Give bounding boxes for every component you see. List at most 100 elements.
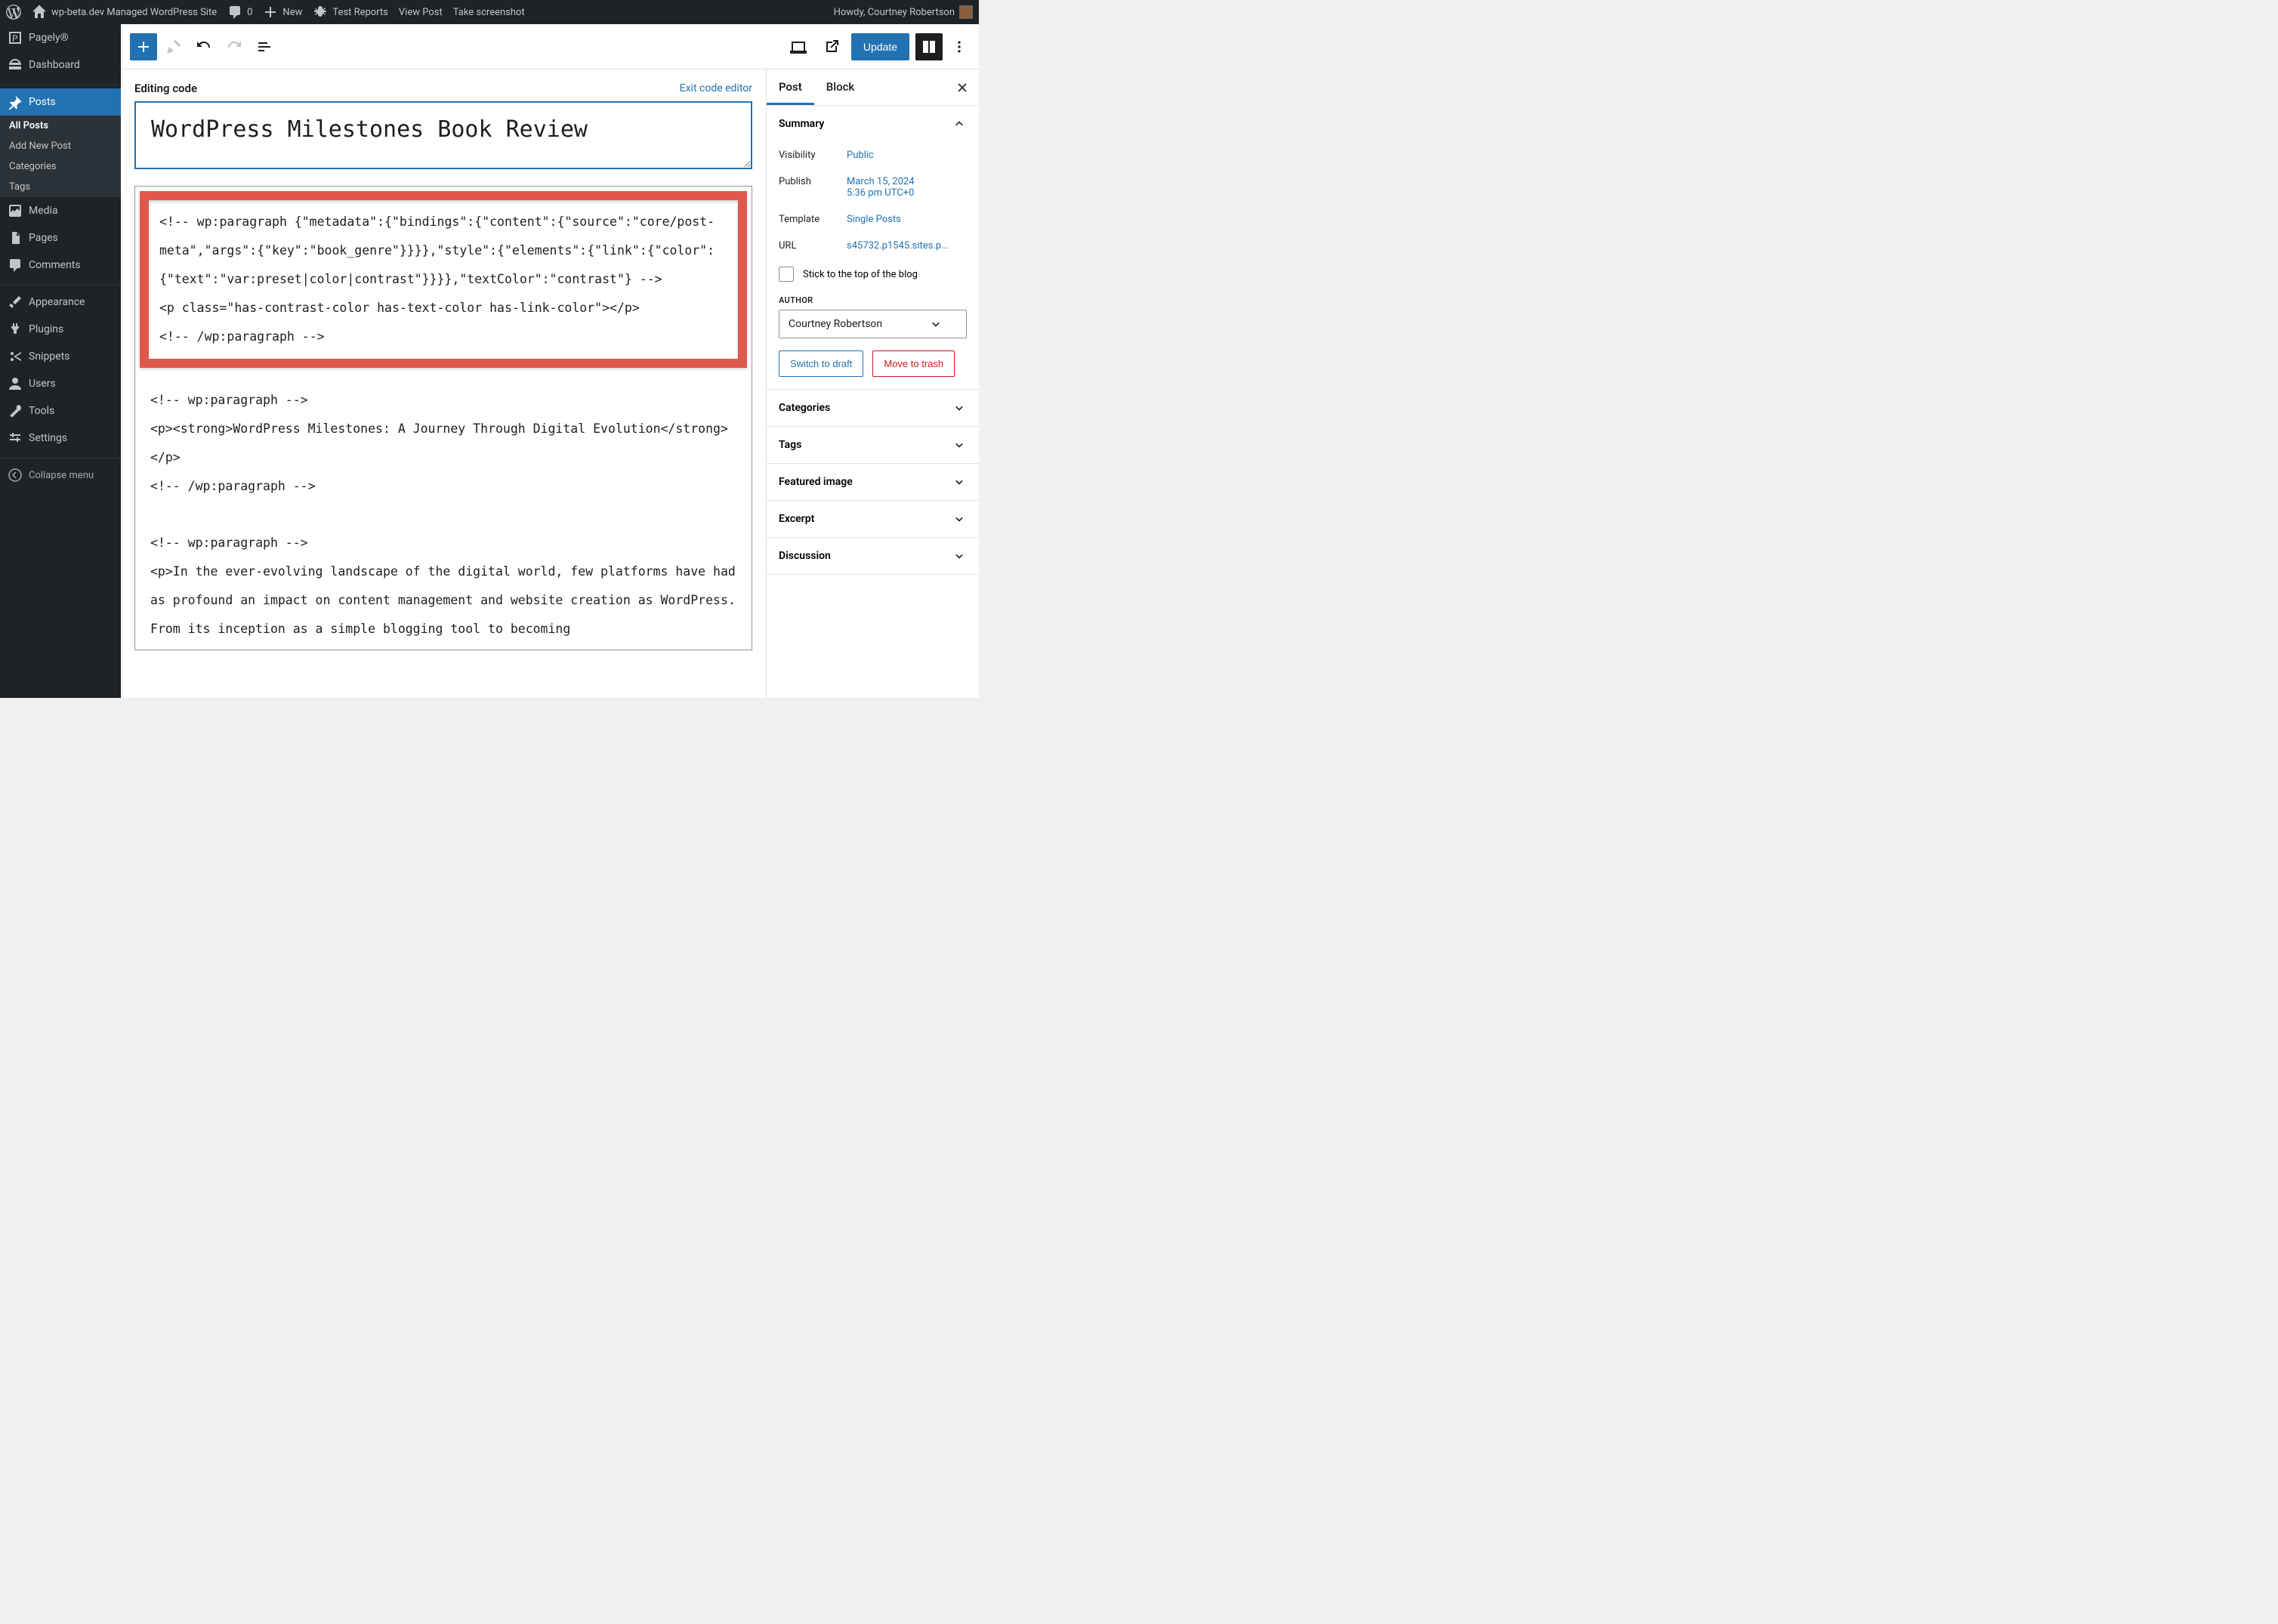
sidebar-item-tools[interactable]: Tools [0,397,121,425]
sidebar-item-media[interactable]: Media [0,197,121,224]
sidebar-item-users[interactable]: Users [0,370,121,397]
sidebar-item-pages[interactable]: Pages [0,224,121,252]
chevron-up-icon [952,116,967,131]
publish-value[interactable]: March 15, 2024 5:36 pm UTC+0 [847,176,967,199]
sidebar-item-label: Users [29,378,56,390]
block-inserter-button[interactable] [130,33,157,60]
submenu-tags[interactable]: Tags [0,177,121,197]
menu-separator [0,455,121,458]
publish-label: Publish [779,176,847,199]
sidebar-item-pagely[interactable]: P Pagely® [0,24,121,51]
url-value[interactable]: s45732.p1545.sites.p... [847,240,967,252]
avatar [959,5,973,19]
code-rest-block: <!-- wp:paragraph --> <p><strong>WordPre… [150,386,736,644]
test-reports-label: Test Reports [332,7,388,18]
bug-icon [313,5,328,20]
stick-label: Stick to the top of the blog [803,269,918,280]
summary-panel-header[interactable]: Summary [767,106,979,142]
tags-panel-header[interactable]: Tags [767,427,979,463]
submenu-all-posts[interactable]: All Posts [0,116,121,136]
preview-button[interactable] [818,33,845,60]
excerpt-title: Excerpt [779,513,814,525]
post-content-code-editor[interactable]: <!-- wp:paragraph {"metadata":{"bindings… [134,186,752,650]
my-account-link[interactable]: Howdy, Courtney Robertson [834,5,973,19]
view-post-link[interactable]: View Post [399,7,443,18]
media-icon [8,203,23,218]
sidebar-item-posts[interactable]: Posts [0,88,121,116]
collapse-menu[interactable]: Collapse menu [0,462,121,489]
submenu-categories[interactable]: Categories [0,156,121,177]
site-name-text: wp-beta.dev Managed WordPress Site [51,7,217,18]
pin-icon [8,94,23,110]
move-to-trash-button[interactable]: Move to trash [872,350,955,377]
comments-link[interactable]: 0 [227,5,252,20]
plug-icon [8,322,23,337]
wrench-icon [8,403,23,418]
tab-block[interactable]: Block [814,69,866,105]
document-overview-button[interactable] [251,33,278,60]
tags-title: Tags [779,439,801,451]
sidebar-item-label: Pages [29,232,58,244]
editing-code-label: Editing code [134,82,197,95]
summary-title: Summary [779,118,824,130]
plus-icon [263,5,278,20]
sidebar-item-label: Appearance [29,296,85,308]
home-icon [32,5,47,20]
author-value: Courtney Robertson [789,318,882,330]
wordpress-icon [6,5,21,20]
sidebar-item-comments[interactable]: Comments [0,252,121,279]
switch-to-draft-button[interactable]: Switch to draft [779,350,863,377]
site-name-link[interactable]: wp-beta.dev Managed WordPress Site [32,5,217,20]
author-select[interactable]: Courtney Robertson [779,310,967,338]
undo-button[interactable] [190,33,218,60]
categories-title: Categories [779,402,830,414]
featured-image-panel-header[interactable]: Featured image [767,464,979,500]
take-screenshot-link[interactable]: Take screenshot [453,7,525,18]
template-value[interactable]: Single Posts [847,214,967,225]
sidebar-item-label: Comments [29,259,81,271]
sidebar-item-snippets[interactable]: Snippets [0,343,121,370]
test-reports-link[interactable]: Test Reports [313,5,388,20]
wp-logo[interactable] [6,5,21,20]
sidebar-item-label: Media [29,205,58,217]
discussion-panel-header[interactable]: Discussion [767,538,979,574]
comment-icon [227,5,242,20]
pagely-icon: P [8,30,23,45]
comments-icon [8,258,23,273]
dashboard-icon [8,57,23,73]
author-label: AUTHOR [779,289,967,310]
view-button[interactable] [785,33,812,60]
sidebar-item-label: Dashboard [29,59,80,71]
categories-panel-header[interactable]: Categories [767,390,979,426]
close-settings-button[interactable] [952,77,973,98]
post-title-input[interactable] [134,101,752,169]
collapse-icon [8,468,23,483]
visibility-label: Visibility [779,150,847,161]
sidebar-item-settings[interactable]: Settings [0,425,121,452]
discussion-title: Discussion [779,550,831,562]
visibility-value[interactable]: Public [847,150,967,161]
sidebar-item-label: Posts [29,96,56,108]
tab-post[interactable]: Post [767,69,814,105]
sidebar-item-plugins[interactable]: Plugins [0,316,121,343]
view-post-label: View Post [399,7,443,18]
edit-tool-button[interactable] [160,33,187,60]
update-button[interactable]: Update [851,33,909,60]
howdy-text: Howdy, Courtney Robertson [834,7,955,18]
new-content-link[interactable]: New [263,5,302,20]
settings-toggle-button[interactable] [915,33,943,60]
stick-checkbox[interactable] [779,267,794,282]
new-label: New [282,7,302,18]
excerpt-panel-header[interactable]: Excerpt [767,501,979,537]
collapse-label: Collapse menu [29,470,94,481]
submenu-add-new-post[interactable]: Add New Post [0,136,121,156]
redo-button[interactable] [221,33,248,60]
exit-code-editor-link[interactable]: Exit code editor [680,82,752,94]
sidebar-item-label: Settings [29,432,67,444]
more-options-button[interactable] [949,33,970,60]
comment-count: 0 [247,7,252,18]
svg-text:P: P [12,33,18,44]
brush-icon [8,295,23,310]
sidebar-item-appearance[interactable]: Appearance [0,289,121,316]
sidebar-item-dashboard[interactable]: Dashboard [0,51,121,79]
